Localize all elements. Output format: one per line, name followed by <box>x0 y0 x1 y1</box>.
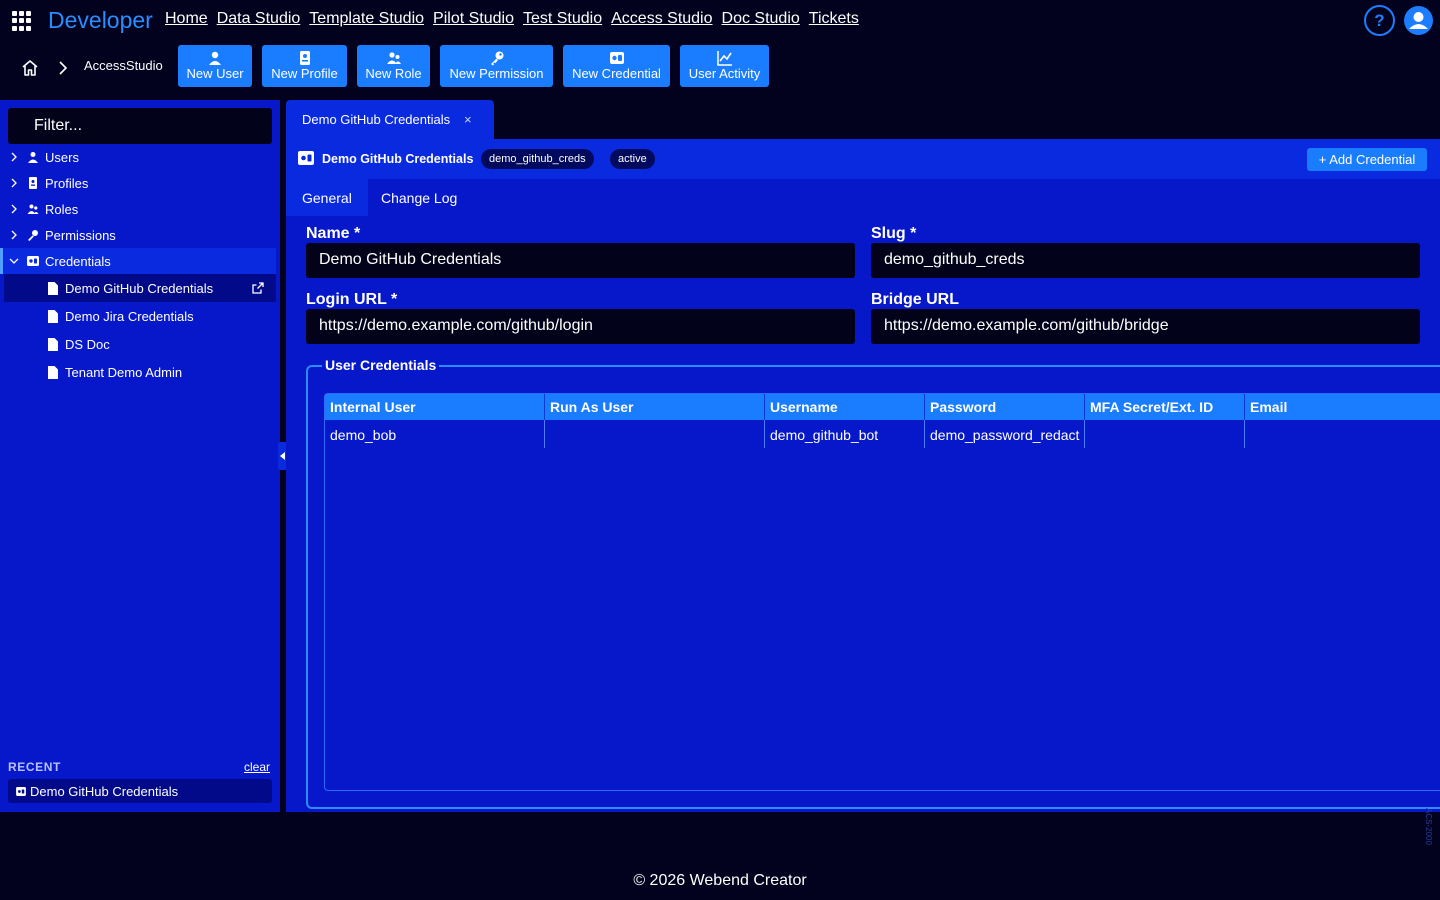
column-header-run-as-user[interactable]: Run As User <box>545 394 765 420</box>
column-header-email[interactable]: Email <box>1245 394 1440 420</box>
user-icon <box>209 51 221 65</box>
credential-icon <box>16 786 26 796</box>
record-header: Demo GitHub Credentials demo_github_cred… <box>286 139 1440 179</box>
login-url-label: Login URL * <box>306 291 398 308</box>
nav-pilot-studio[interactable]: Pilot Studio <box>433 10 514 28</box>
nav-template-studio[interactable]: Template Studio <box>309 10 424 28</box>
chevron-right-icon[interactable] <box>9 204 19 214</box>
close-tab-icon[interactable]: × <box>464 112 472 127</box>
external-link-icon[interactable] <box>252 282 264 294</box>
slug-label: Slug * <box>871 225 917 242</box>
chevron-down-icon[interactable] <box>9 256 19 266</box>
cell-username[interactable]: demo_github_bot <box>765 420 925 448</box>
new-credential-button[interactable]: New Credential <box>563 45 670 87</box>
chevron-right-icon[interactable] <box>9 152 19 162</box>
apps-grid-icon[interactable] <box>12 11 32 31</box>
tree-item-demo-github-credentials[interactable]: Demo GitHub Credentials <box>4 274 276 302</box>
nav-data-studio[interactable]: Data Studio <box>217 10 301 28</box>
credential-icon <box>298 151 314 165</box>
recent-title: RECENT <box>8 760 61 774</box>
chevron-right-icon[interactable] <box>9 178 19 188</box>
cell-email[interactable] <box>1245 420 1440 448</box>
user-credentials-legend: User Credentials <box>322 357 440 373</box>
roles-icon <box>386 52 401 64</box>
user-icon <box>28 152 38 163</box>
slug-field[interactable]: demo_github_creds <box>871 243 1420 278</box>
sidebar-item-profiles[interactable]: Profiles <box>0 170 276 196</box>
new-user-button[interactable]: New User <box>178 45 252 87</box>
document-icon <box>48 365 58 379</box>
recent-item[interactable]: Demo GitHub Credentials <box>8 779 272 803</box>
cell-mfa-secret[interactable] <box>1085 420 1245 448</box>
bridge-url-label: Bridge URL <box>871 291 959 308</box>
name-label: Name * <box>306 225 361 242</box>
filter-input[interactable]: Filter... <box>8 108 272 144</box>
cell-password[interactable]: demo_password_redact <box>925 420 1085 448</box>
roles-icon <box>27 204 39 214</box>
tab-general[interactable]: General <box>286 179 368 216</box>
cell-internal-user[interactable]: demo_bob <box>325 420 545 448</box>
document-icon <box>48 337 58 351</box>
profile-icon <box>29 177 37 189</box>
nav-tickets[interactable]: Tickets <box>809 10 859 28</box>
user-activity-button[interactable]: User Activity <box>680 45 769 87</box>
tree-item-ds-doc[interactable]: DS Doc <box>4 330 276 358</box>
grid-header: Internal User Run As User Username Passw… <box>325 394 1440 420</box>
credential-icon <box>27 256 39 266</box>
line-chart-icon <box>716 51 732 66</box>
new-permission-button[interactable]: New Permission <box>440 45 553 87</box>
column-header-password[interactable]: Password <box>925 394 1085 420</box>
tab-change-log[interactable]: Change Log <box>365 179 473 216</box>
help-icon: ? <box>1374 10 1385 30</box>
nav-doc-studio[interactable]: Doc Studio <box>722 10 800 28</box>
help-button[interactable]: ? <box>1364 5 1395 36</box>
tree-item-demo-jira-credentials[interactable]: Demo Jira Credentials <box>4 302 276 330</box>
chevron-right-icon <box>59 61 68 75</box>
tree-item-tenant-demo-admin[interactable]: Tenant Demo Admin <box>4 358 276 386</box>
brand-title[interactable]: Developer <box>48 7 153 34</box>
new-role-button[interactable]: New Role <box>357 45 430 87</box>
top-nav: Home Data Studio Template Studio Pilot S… <box>165 10 859 28</box>
sidebar: Filter... Users Profiles Roles Permissio… <box>0 100 280 812</box>
user-credentials-grid: Internal User Run As User Username Passw… <box>324 393 1440 791</box>
user-avatar-icon <box>1409 12 1428 29</box>
document-icon <box>48 309 58 323</box>
sidebar-item-permissions[interactable]: Permissions <box>0 222 276 248</box>
key-icon <box>28 230 38 241</box>
watermark: ACS-2000 <box>1424 808 1433 845</box>
avatar[interactable] <box>1404 6 1433 35</box>
key-icon <box>490 51 503 66</box>
credential-icon <box>609 52 624 64</box>
main-panel: Demo GitHub Credentials demo_github_cred… <box>286 139 1440 812</box>
breadcrumb[interactable]: AccessStudio <box>84 58 163 73</box>
cell-run-as-user[interactable] <box>545 420 765 448</box>
sidebar-item-roles[interactable]: Roles <box>0 196 276 222</box>
chevron-right-icon[interactable] <box>9 230 19 240</box>
slug-badge: demo_github_creds <box>481 149 594 169</box>
footer: © 2026 Webend Creator <box>633 872 807 889</box>
bridge-url-field[interactable]: https://demo.example.com/github/bridge <box>871 309 1420 344</box>
tab-demo-github-credentials[interactable]: Demo GitHub Credentials × <box>286 100 494 139</box>
add-credential-button[interactable]: + Add Credential <box>1307 148 1427 171</box>
login-url-field[interactable]: https://demo.example.com/github/login <box>306 309 855 344</box>
nav-access-studio[interactable]: Access Studio <box>611 10 712 28</box>
home-icon[interactable] <box>20 58 40 78</box>
record-title: Demo GitHub Credentials <box>322 152 474 166</box>
profile-icon <box>299 51 310 65</box>
recent-clear-link[interactable]: clear <box>244 760 270 774</box>
column-header-mfa-secret[interactable]: MFA Secret/Ext. ID <box>1085 394 1245 420</box>
sidebar-item-credentials[interactable]: Credentials <box>0 248 276 274</box>
nav-test-studio[interactable]: Test Studio <box>523 10 602 28</box>
document-icon <box>48 281 58 295</box>
status-badge: active <box>610 149 655 169</box>
nav-home[interactable]: Home <box>165 10 208 28</box>
top-bar: Developer Home Data Studio Template Stud… <box>0 0 1440 42</box>
sidebar-item-users[interactable]: Users <box>0 144 276 170</box>
name-field[interactable]: Demo GitHub Credentials <box>306 243 855 278</box>
new-profile-button[interactable]: New Profile <box>262 45 347 87</box>
column-header-username[interactable]: Username <box>765 394 925 420</box>
column-header-internal-user[interactable]: Internal User <box>325 394 545 420</box>
